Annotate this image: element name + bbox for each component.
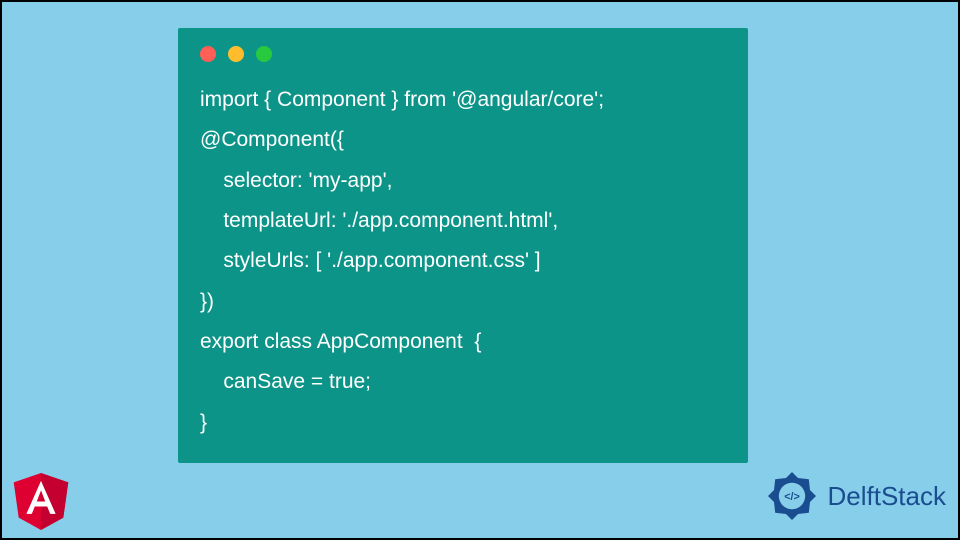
code-line: import { Component } from '@angular/core…	[200, 88, 604, 111]
angular-logo-icon	[10, 468, 72, 530]
code-line: }	[200, 411, 207, 434]
delftstack-emblem-icon: </>	[762, 466, 822, 526]
delftstack-brand-text: DelftStack	[828, 481, 947, 512]
code-line: canSave = true;	[200, 370, 371, 393]
window-controls	[200, 46, 726, 62]
code-content: import { Component } from '@angular/core…	[200, 80, 726, 443]
close-icon	[200, 46, 216, 62]
maximize-icon	[256, 46, 272, 62]
code-line: export class AppComponent {	[200, 330, 481, 353]
code-line: })	[200, 290, 214, 313]
code-line: templateUrl: './app.component.html',	[200, 209, 558, 232]
code-line: selector: 'my-app',	[200, 169, 392, 192]
delftstack-logo: </> DelftStack	[762, 466, 947, 526]
code-line: @Component({	[200, 128, 344, 151]
svg-text:</>: </>	[784, 491, 800, 503]
code-line: styleUrls: [ './app.component.css' ]	[200, 249, 541, 272]
code-editor-window: import { Component } from '@angular/core…	[178, 28, 748, 463]
minimize-icon	[228, 46, 244, 62]
